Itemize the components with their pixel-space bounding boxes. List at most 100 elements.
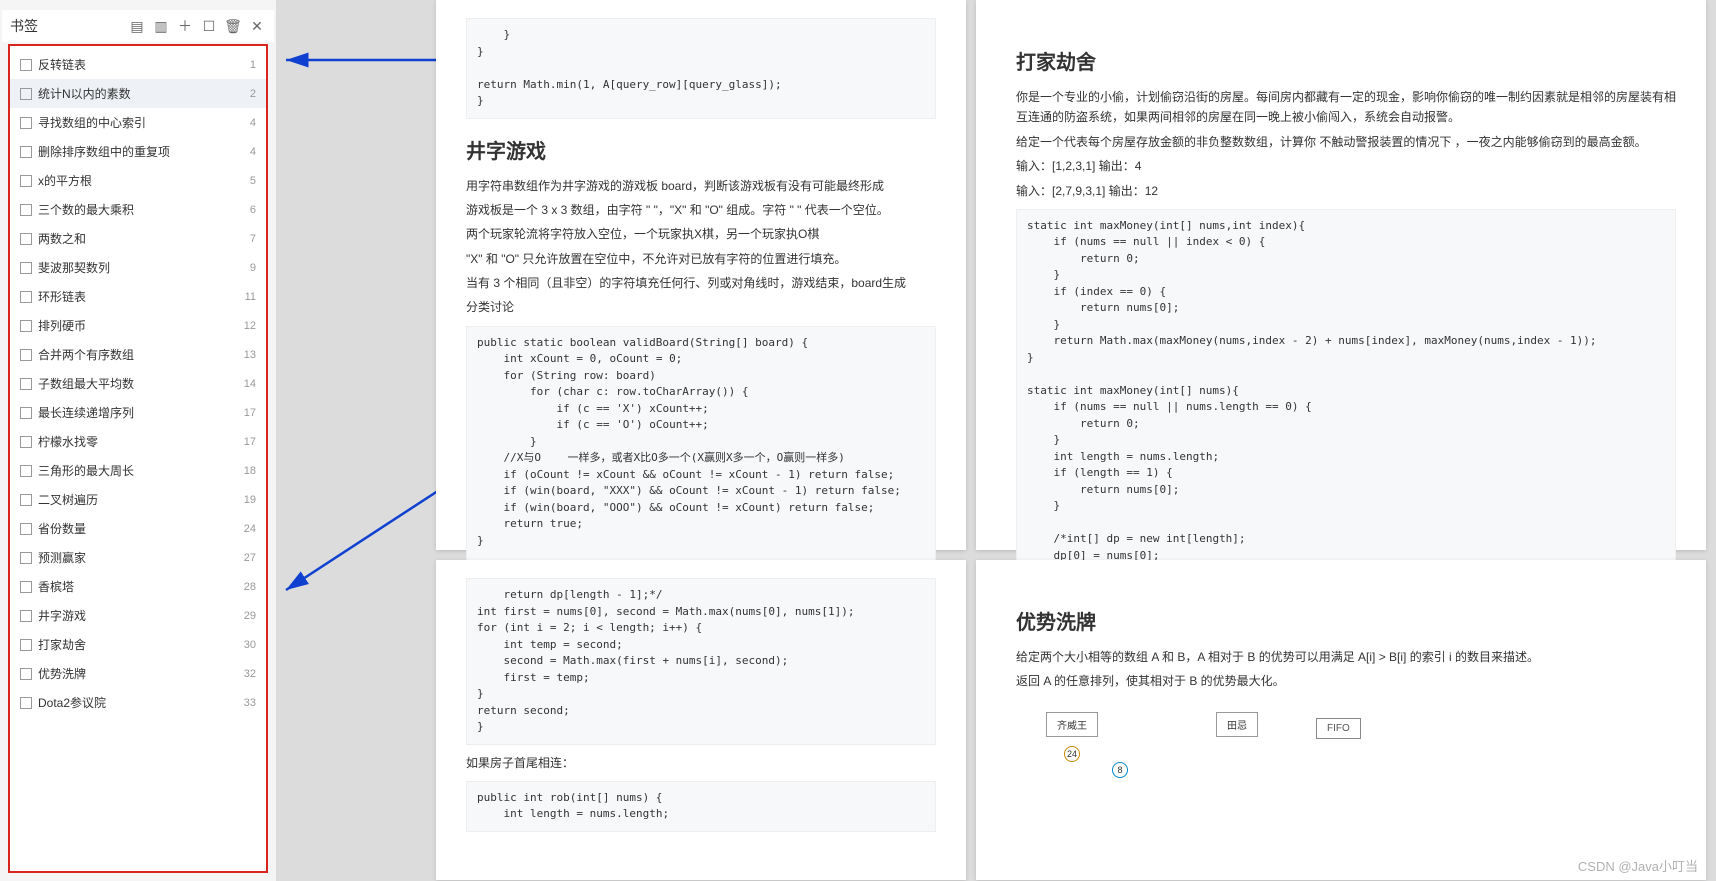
bookmark-left: 打家劫舍	[20, 636, 86, 653]
bookmark-page: 28	[244, 581, 256, 593]
bookmark-item[interactable]: 环形链表11	[10, 282, 266, 311]
bookmark-page: 9	[250, 262, 256, 274]
section-title: 优势洗牌	[1016, 606, 1676, 635]
diagram-box: FIFO	[1316, 718, 1361, 739]
bookmark-item[interactable]: 排列硬币12	[10, 311, 266, 340]
bookmark-left: 合并两个有序数组	[20, 346, 134, 363]
bookmark-item[interactable]: 合并两个有序数组13	[10, 340, 266, 369]
list-expand-icon[interactable]: ▥	[152, 17, 170, 35]
bookmark-item[interactable]: 优势洗牌 32	[10, 659, 266, 688]
bookmark-left: 省份数量	[20, 520, 86, 537]
bookmark-outline-icon	[20, 494, 32, 506]
delete-icon[interactable]: 🗑	[224, 17, 242, 35]
section-title: 井字游戏	[466, 135, 936, 164]
bookmark-label: 两数之和	[38, 230, 86, 247]
description: 如果房子首尾相连：	[466, 753, 936, 773]
diagram-box: 田忌	[1216, 712, 1258, 737]
bookmark-label: 优势洗牌	[38, 665, 86, 682]
bookmark-page: 32	[244, 668, 256, 680]
bookmark-item[interactable]: 最长连续递增序列17	[10, 398, 266, 427]
bookmark-label: 三个数的最大乘积	[38, 201, 134, 218]
bookmark-item[interactable]: 预测赢家27	[10, 543, 266, 572]
bookmark-label: 打家劫舍	[38, 636, 86, 653]
bookmark-left: 删除排序数组中的重复项	[20, 143, 170, 160]
bookmark-page: 4	[250, 146, 256, 158]
bookmark-item[interactable]: 斐波那契数列 9	[10, 253, 266, 282]
bookmark-outline-icon	[20, 146, 32, 158]
diagram-box: 齐威王	[1046, 712, 1098, 737]
pdf-page-left-bottom: return dp[length - 1];*/ int first = num…	[436, 560, 966, 880]
bookmark-left: 环形链表	[20, 288, 86, 305]
bookmark-page: 14	[244, 378, 256, 390]
bookmark-page: 6	[250, 204, 256, 216]
bookmark-left: 反转链表	[20, 56, 86, 73]
bookmark-icon[interactable]: ☐	[200, 17, 218, 35]
description: 给定两个大小相等的数组 A 和 B，A 相对于 B 的优势可以用满足 A[i] …	[1016, 647, 1676, 692]
bookmark-outline-icon	[20, 320, 32, 332]
bookmark-label: 香槟塔	[38, 578, 74, 595]
bookmark-item[interactable]: 删除排序数组中的重复项 4	[10, 137, 266, 166]
pdf-page-right-top: 打家劫舍 你是一个专业的小偷，计划偷窃沿街的房屋。每间房内都藏有一定的现金，影响…	[976, 0, 1706, 550]
bookmark-outline-icon	[20, 697, 32, 709]
bookmark-outline-icon	[20, 465, 32, 477]
bookmark-item[interactable]: 子数组最大平均数 14	[10, 369, 266, 398]
bookmark-label: 删除排序数组中的重复项	[38, 143, 170, 160]
description-line: 给定一个代表每个房屋存放金额的非负整数数组，计算你 不触动警报装置的情况下 ，一…	[1016, 132, 1676, 152]
bookmark-item[interactable]: 统计N以内的素数2	[10, 79, 266, 108]
add-bookmark-icon[interactable]: ＋	[176, 17, 194, 35]
bookmark-item[interactable]: 省份数量 24	[10, 514, 266, 543]
bookmark-item[interactable]: 三个数的最大乘积 6	[10, 195, 266, 224]
bookmark-left: 斐波那契数列	[20, 259, 110, 276]
bookmark-outline-icon	[20, 262, 32, 274]
bookmark-item[interactable]: 二叉树遍历19	[10, 485, 266, 514]
code-block: return dp[length - 1];*/ int first = num…	[466, 578, 936, 745]
bookmark-label: 柠檬水找零	[38, 433, 98, 450]
sidebar-header: 书签 ▤ ▥ ＋ ☐ 🗑 ✕	[2, 10, 274, 42]
bookmark-outline-icon	[20, 523, 32, 535]
bookmark-left: 最长连续递增序列	[20, 404, 134, 421]
bookmark-outline-icon	[20, 407, 32, 419]
diagram: 齐威王 田忌 FIFO 24 8	[1016, 712, 1676, 792]
bookmark-item[interactable]: 三角形的最大周长18	[10, 456, 266, 485]
bookmark-page: 17	[244, 436, 256, 448]
bookmark-outline-icon	[20, 639, 32, 651]
bookmark-left: Dota2参议院	[20, 694, 106, 711]
bookmark-left: 寻找数组的中心索引	[20, 114, 146, 131]
bookmark-page: 30	[244, 639, 256, 651]
bookmark-item[interactable]: 井字游戏 29	[10, 601, 266, 630]
list-collapse-icon[interactable]: ▤	[128, 17, 146, 35]
bookmark-outline-icon	[20, 378, 32, 390]
description-line: 你是一个专业的小偷，计划偷窃沿街的房屋。每间房内都藏有一定的现金，影响你偷窃的唯…	[1016, 87, 1676, 128]
bookmark-label: 寻找数组的中心索引	[38, 114, 146, 131]
io-example: 输入：[2,7,9,3,1] 输出：12	[1016, 181, 1676, 201]
close-icon[interactable]: ✕	[248, 17, 266, 35]
bookmark-item[interactable]: 两数之和7	[10, 224, 266, 253]
bookmark-item[interactable]: 打家劫舍 30	[10, 630, 266, 659]
description-line: 当有 3 个相同（且非空）的字符填充任何行、列或对角线时，游戏结束，board生…	[466, 273, 936, 293]
bookmark-page: 4	[250, 117, 256, 129]
description-line: 游戏板是一个 3 x 3 数组，由字符 " "，"X" 和 "O" 组成。字符 …	[466, 200, 936, 220]
description-line: 分类讨论	[466, 297, 936, 317]
bookmark-item[interactable]: 寻找数组的中心索引 4	[10, 108, 266, 137]
bookmark-label: 三角形的最大周长	[38, 462, 134, 479]
bookmark-label: 井字游戏	[38, 607, 86, 624]
bookmark-page: 29	[244, 610, 256, 622]
bookmark-page: 24	[244, 523, 256, 535]
bookmark-item[interactable]: 香槟塔 28	[10, 572, 266, 601]
bookmark-item[interactable]: x的平方根5	[10, 166, 266, 195]
bookmark-label: 反转链表	[38, 56, 86, 73]
bookmark-left: 子数组最大平均数	[20, 375, 134, 392]
bookmark-left: 预测赢家	[20, 549, 86, 566]
bookmark-left: 优势洗牌	[20, 665, 86, 682]
bookmark-outline-icon	[20, 88, 32, 100]
bookmark-outline-icon	[20, 59, 32, 71]
bookmark-outline-icon	[20, 436, 32, 448]
bookmark-item[interactable]: Dota2参议院33	[10, 688, 266, 717]
bookmark-item[interactable]: 柠檬水找零 17	[10, 427, 266, 456]
bookmark-item[interactable]: 反转链表 1	[10, 50, 266, 79]
section-title: 打家劫舍	[1016, 46, 1676, 75]
bookmark-page: 1	[250, 59, 256, 71]
description-line: "X" 和 "O" 只允许放置在空位中，不允许对已放有字符的位置进行填充。	[466, 249, 936, 269]
bookmark-left: 三个数的最大乘积	[20, 201, 134, 218]
bookmark-label: x的平方根	[38, 172, 92, 189]
